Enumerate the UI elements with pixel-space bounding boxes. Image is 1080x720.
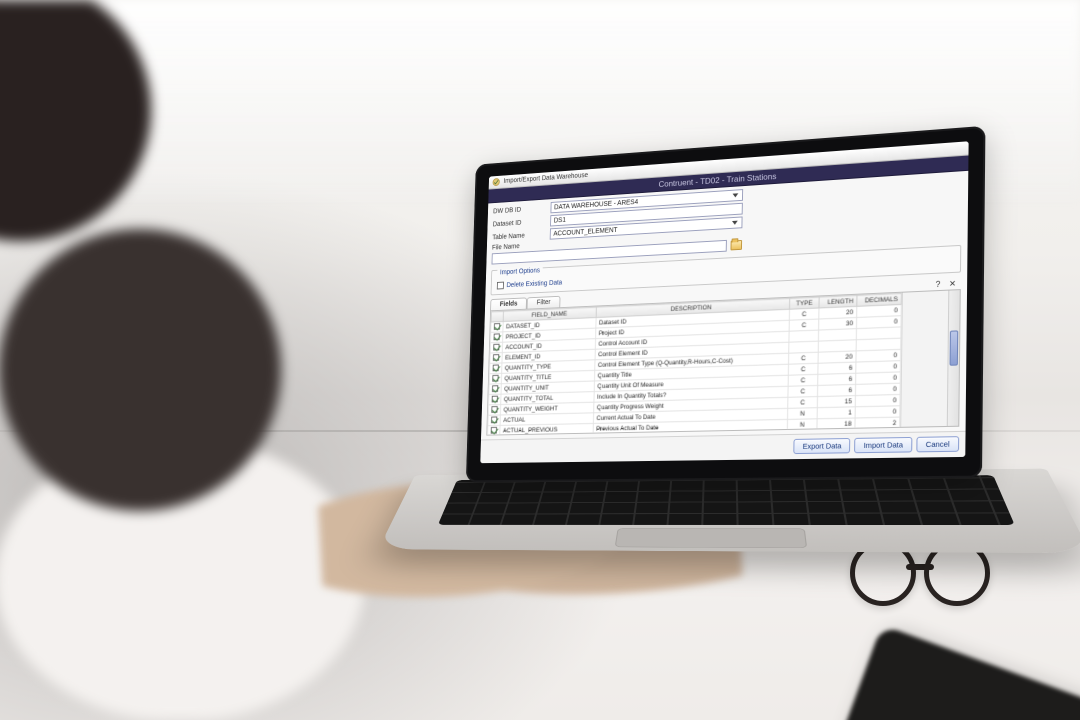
chevron-down-icon	[730, 218, 739, 227]
help-icon[interactable]: ?	[933, 279, 943, 290]
checkbox-icon	[497, 282, 504, 290]
cell-length: 1	[817, 407, 855, 419]
row-checkbox[interactable]	[491, 322, 503, 333]
row-checkbox[interactable]	[490, 353, 502, 364]
cell-type: N	[787, 419, 817, 431]
cell-type: C	[788, 397, 818, 409]
browse-folder-icon[interactable]	[730, 240, 742, 250]
cell-decimals: 0	[855, 406, 900, 418]
chevron-down-icon	[731, 191, 740, 200]
row-checkbox[interactable]	[488, 405, 500, 416]
cell-length: 18	[817, 418, 855, 430]
cell-decimals: 2	[855, 417, 900, 429]
row-checkbox[interactable]	[488, 415, 500, 426]
checkmark-icon	[492, 385, 498, 392]
col-type[interactable]: TYPE	[790, 297, 820, 309]
close-icon[interactable]: ✕	[947, 278, 958, 289]
checkmark-icon	[491, 416, 497, 423]
checkmark-icon	[492, 374, 498, 381]
checkmark-icon	[493, 364, 499, 371]
app-icon	[492, 178, 500, 187]
vertical-scrollbar[interactable]	[947, 290, 960, 426]
table-name-value: ACCOUNT_ELEMENT	[553, 227, 617, 238]
row-checkbox[interactable]	[488, 425, 500, 434]
checkmark-icon	[493, 354, 499, 361]
export-data-button[interactable]: Export Data	[794, 438, 851, 454]
fields-grid-wrap: FIELD_NAME DESCRIPTION TYPE LENGTH DECIM…	[486, 289, 960, 436]
import-data-button[interactable]: Import Data	[854, 437, 912, 453]
checkmark-icon	[491, 426, 497, 433]
laptop-screen: Import/Export Data Warehouse Contruent -…	[480, 141, 968, 463]
laptop: Import/Export Data Warehouse Contruent -…	[410, 123, 1027, 627]
cell-type: C	[788, 385, 818, 397]
col-decimals[interactable]: DECIMALS	[857, 293, 902, 306]
row-checkbox[interactable]	[490, 342, 502, 353]
row-checkbox[interactable]	[489, 384, 501, 395]
cell-type: N	[788, 408, 818, 420]
col-length[interactable]: LENGTH	[819, 295, 857, 308]
app-root: Import/Export Data Warehouse Contruent -…	[480, 141, 968, 463]
scene-root: Import/Export Data Warehouse Contruent -…	[0, 0, 1080, 720]
laptop-keyboard	[438, 475, 1015, 525]
cell-field-name: ACTUAL_PREVIOUS	[500, 423, 593, 434]
cell-type: C	[788, 363, 818, 375]
dw-db-id-label: DW DB ID	[493, 205, 547, 215]
laptop-screen-shell: Import/Export Data Warehouse Contruent -…	[466, 126, 986, 483]
cell-field-name: INCURRED	[499, 434, 592, 435]
checkmark-icon	[494, 333, 500, 340]
laptop-trackpad	[615, 528, 807, 548]
delete-existing-label: Delete Existing Data	[506, 279, 562, 288]
dialog-footer: Export Data Import Data Cancel	[480, 431, 965, 463]
table-name-label: Table Name	[492, 231, 546, 241]
row-checkbox[interactable]	[489, 373, 501, 384]
checkmark-icon	[493, 343, 499, 350]
row-checkbox[interactable]	[489, 363, 501, 374]
import-options-legend: Import Options	[497, 267, 542, 276]
cell-type: C	[788, 374, 818, 386]
dataset-id-value: DS1	[554, 217, 566, 224]
checkmark-icon	[492, 395, 498, 402]
fields-grid: FIELD_NAME DESCRIPTION TYPE LENGTH DECIM…	[487, 293, 902, 435]
cancel-button[interactable]: Cancel	[916, 436, 959, 452]
smartphone-prop	[834, 625, 1080, 720]
row-checkbox[interactable]	[490, 332, 502, 343]
col-select[interactable]	[491, 311, 503, 322]
dw-db-id-value: DATA WAREHOUSE - ARES4	[554, 199, 638, 211]
row-checkbox[interactable]	[489, 394, 501, 405]
grid-right-gutter	[900, 290, 960, 427]
scrollbar-thumb[interactable]	[950, 331, 959, 366]
checkmark-icon	[494, 323, 500, 330]
checkmark-icon	[491, 406, 497, 413]
cell-length: 15	[817, 396, 855, 408]
dataset-id-label: Dataset ID	[493, 218, 547, 228]
